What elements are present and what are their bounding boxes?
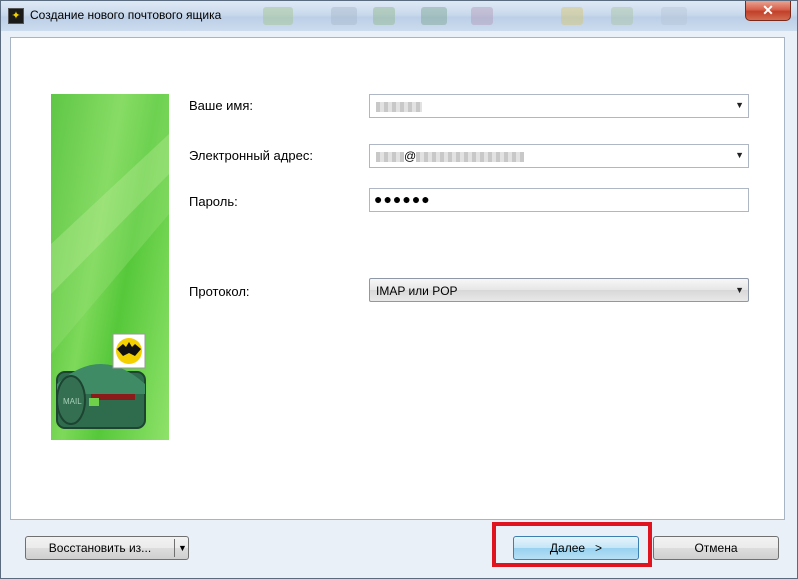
email-combobox[interactable]: @ ▼ xyxy=(369,144,749,168)
protocol-value: IMAP или POP xyxy=(376,284,458,298)
email-user-redacted xyxy=(376,151,404,162)
cancel-label: Отмена xyxy=(694,541,738,555)
background-app-icon xyxy=(263,7,293,25)
restore-from-button[interactable]: Восстановить из... ▼ xyxy=(25,536,189,560)
name-value-redacted xyxy=(376,101,422,112)
close-icon: ✕ xyxy=(762,2,774,18)
restore-label: Восстановить из... xyxy=(48,541,152,555)
bat-app-icon: ✦ xyxy=(8,8,24,24)
dialog-window: ✦ Создание нового почтового ящика ✕ MAIL xyxy=(0,0,798,579)
password-field[interactable]: ●●●●●● xyxy=(369,188,749,212)
protocol-select[interactable]: IMAP или POP ▼ xyxy=(369,278,749,302)
chevron-down-icon[interactable]: ▼ xyxy=(735,285,744,295)
split-divider xyxy=(174,539,175,557)
mailbox-latch xyxy=(89,398,99,406)
name-value xyxy=(376,99,422,113)
chevron-down-icon[interactable]: ▼ xyxy=(178,537,187,559)
background-app-icon xyxy=(421,7,447,25)
protocol-label: Протокол: xyxy=(189,284,250,299)
background-app-icon xyxy=(373,7,395,25)
email-label: Электронный адрес: xyxy=(189,148,313,163)
name-label: Ваше имя: xyxy=(189,98,254,113)
mailbox-text: MAIL xyxy=(63,397,82,406)
background-app-icon xyxy=(471,7,493,25)
background-app-icon xyxy=(331,7,357,25)
email-domain-redacted xyxy=(416,151,525,162)
password-label: Пароль: xyxy=(189,194,238,209)
title-bar[interactable]: ✦ Создание нового почтового ящика ✕ xyxy=(1,1,797,31)
background-app-icon xyxy=(661,7,687,25)
email-at-sign: @ xyxy=(404,149,417,163)
background-app-icon xyxy=(611,7,633,25)
email-value: @ xyxy=(376,149,525,163)
dialog-content: MAIL Ваше имя: ▼ Электронный адрес: @ ▼ … xyxy=(10,37,785,520)
next-button[interactable]: Далее > xyxy=(513,536,639,560)
window-title: Создание нового почтового ящика xyxy=(30,8,222,22)
cancel-button[interactable]: Отмена xyxy=(653,536,779,560)
background-app-icon xyxy=(561,7,583,25)
chevron-down-icon[interactable]: ▼ xyxy=(735,100,744,110)
close-button[interactable]: ✕ xyxy=(745,1,791,21)
mailbox-banner: MAIL xyxy=(51,94,169,440)
chevron-down-icon[interactable]: ▼ xyxy=(735,150,744,160)
next-label: Далее > xyxy=(549,541,603,555)
password-mask: ●●●●●● xyxy=(374,191,431,207)
mailbox-illustration: MAIL xyxy=(51,94,169,429)
name-combobox[interactable]: ▼ xyxy=(369,94,749,118)
